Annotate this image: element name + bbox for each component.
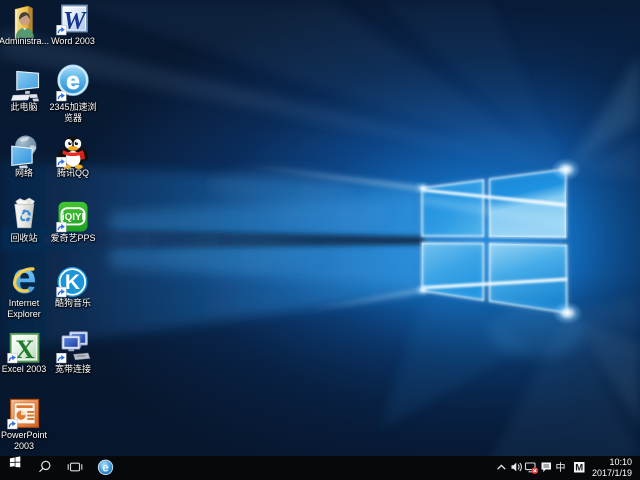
svg-text:iQIYI: iQIYI — [62, 212, 85, 223]
svg-text:e: e — [102, 461, 109, 475]
svg-text:K: K — [65, 271, 80, 294]
svg-text:W: W — [63, 6, 88, 35]
svg-text:X: X — [15, 334, 34, 364]
svg-text:e: e — [66, 68, 80, 95]
